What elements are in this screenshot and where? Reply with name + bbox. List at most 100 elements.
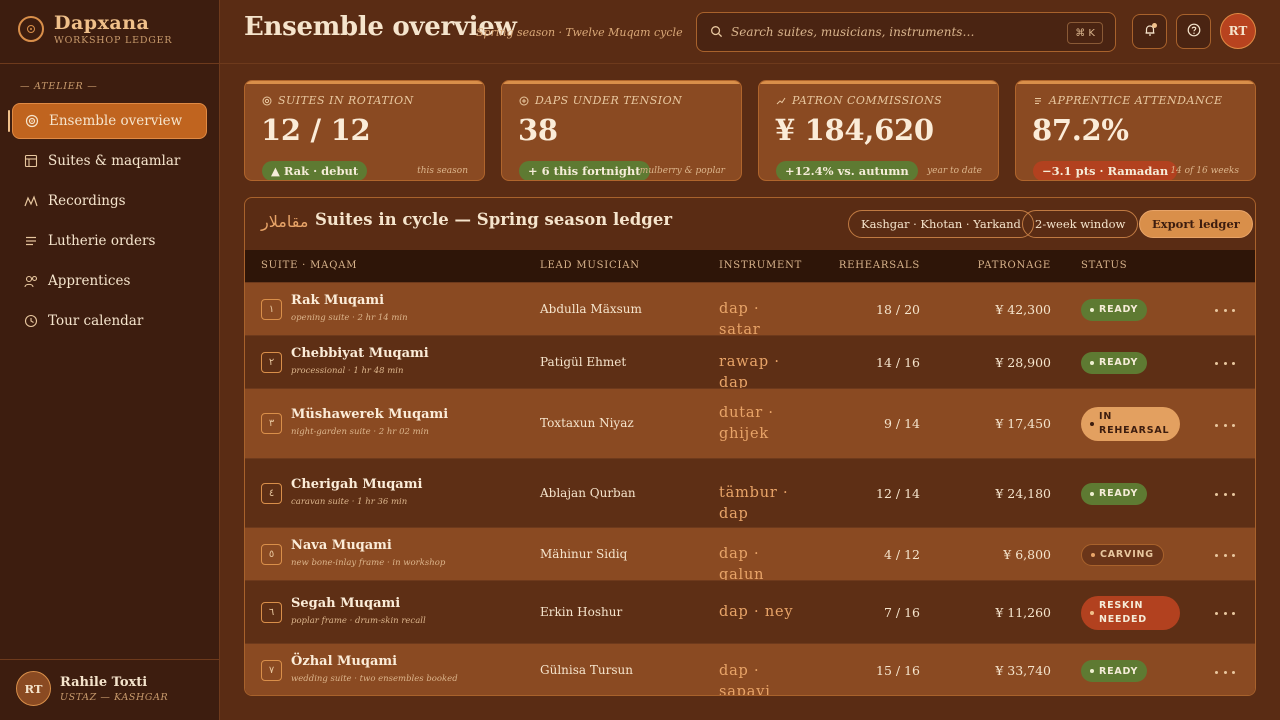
row-more-icon[interactable]: [1215, 304, 1235, 318]
table-row[interactable]: ٤ Cherigah Muqami caravan suite · 1 hr 36 …: [245, 458, 1255, 527]
status-dot: [1090, 422, 1094, 426]
status-label: READY: [1099, 665, 1139, 677]
avatar[interactable]: RT: [1220, 13, 1256, 49]
sidebar-nav: Ensemble overview Suites & maqamlar Reco…: [12, 103, 207, 343]
sidebar-item-label: Apprentices: [48, 273, 131, 289]
lead-musician: Ablajan Qurban: [540, 485, 636, 500]
column-header-suite[interactable]: SUITE · MAQAM: [261, 260, 357, 271]
waveform-icon: [24, 194, 38, 208]
row-more-icon[interactable]: [1215, 357, 1235, 371]
search-input[interactable]: [731, 25, 1051, 39]
status-badge: READY: [1081, 482, 1148, 505]
sidebar: Dapxana WORKSHOP LEDGER — ATELIER — Ense…: [0, 0, 220, 720]
column-header-rehearsals[interactable]: REHEARSALS: [839, 260, 920, 271]
suite-details: new bone-inlay frame · in workshop: [291, 557, 446, 568]
search-shortcut: ⌘ K: [1067, 22, 1103, 44]
suite-number-badge: ٥: [261, 543, 282, 565]
region-filter-chip[interactable]: Kashgar · Khotan · Yarkand: [848, 210, 1034, 238]
column-header-patronage[interactable]: PATRONAGE: [978, 260, 1051, 271]
column-header-lead[interactable]: LEAD MUSICIAN: [540, 260, 640, 271]
instrument: dutar · ghijek: [719, 405, 774, 442]
rehearsal-count: 9 / 14: [883, 416, 920, 431]
lead-musician: Erkin Hoshur: [540, 604, 623, 619]
rehearsal-count: 18 / 20: [876, 301, 920, 317]
help-button[interactable]: [1176, 14, 1211, 49]
stat-value: 87.2%: [1032, 113, 1129, 147]
window-filter-chip[interactable]: 2-week window: [1022, 210, 1139, 238]
sidebar-item-label: Ensemble overview: [49, 113, 183, 129]
status-dot: [1090, 491, 1094, 496]
suite-number-badge: ١: [261, 298, 282, 320]
users-icon: [24, 274, 38, 288]
suite-name[interactable]: Müshawerek Muqami: [291, 407, 448, 422]
column-header-instrument[interactable]: INSTRUMENT: [719, 260, 802, 271]
table-row[interactable]: ٢ Chebbiyat Muqami processional · 1 hr 48 …: [245, 335, 1255, 391]
suite-name[interactable]: Chebbiyat Muqami: [291, 346, 429, 361]
stat-value: ¥ 184,620: [775, 113, 934, 147]
ledger-title-arabic: مقاملار: [261, 212, 309, 231]
status-dot: [1091, 552, 1095, 557]
notifications-button[interactable]: [1132, 14, 1167, 49]
status-badge: READY: [1081, 298, 1148, 321]
lead-musician: Gülnisa Tursun: [540, 663, 633, 677]
suite-name[interactable]: Cherigah Muqami: [291, 477, 422, 492]
sidebar-item-tour-calendar[interactable]: Tour calendar: [12, 303, 207, 339]
suite-number-badge: ٦: [261, 601, 282, 623]
stat-card-daps[interactable]: DAPS UNDER TENSION 38 + 6 this fortnight…: [501, 80, 742, 181]
avatar: RT: [16, 671, 51, 706]
status-label: READY: [1099, 488, 1139, 499]
user-role: USTAZ — KASHGAR: [60, 691, 169, 703]
row-more-icon[interactable]: [1215, 665, 1235, 679]
rehearsal-count: 12 / 14: [876, 485, 920, 501]
status-badge: READY: [1081, 660, 1148, 682]
status-badge: CARVING: [1081, 543, 1164, 566]
row-more-icon[interactable]: [1215, 418, 1235, 432]
brand-logo-icon: [18, 16, 44, 42]
export-ledger-button[interactable]: Export ledger: [1139, 210, 1253, 238]
lead-musician: Patigül Ehmet: [540, 354, 627, 369]
stat-label: SUITES IN ROTATION: [262, 94, 414, 107]
stat-label-text: PATRON COMMISSIONS: [792, 94, 943, 107]
column-header-status[interactable]: STATUS: [1081, 260, 1127, 271]
sidebar-item-suites[interactable]: Suites & maqamlar: [12, 143, 207, 179]
sidebar-item-label: Recordings: [48, 193, 126, 209]
brand[interactable]: Dapxana WORKSHOP LEDGER: [18, 12, 172, 46]
table-row[interactable]: ٥ Nava Muqami new bone-inlay frame · in wo…: [245, 527, 1255, 583]
instrument: tämbur · dap: [719, 485, 789, 522]
table-row[interactable]: ١ Rak Muqami opening suite · 2 hr 14 min Ab…: [245, 282, 1255, 338]
patronage-amount: ¥ 6,800: [1003, 546, 1051, 562]
stat-card-suites[interactable]: SUITES IN ROTATION 12 / 12 ▲ Rak · debut…: [244, 80, 485, 181]
suite-name[interactable]: Özhal Muqami: [291, 654, 397, 669]
sidebar-item-ensemble-overview[interactable]: Ensemble overview: [12, 103, 207, 139]
status-label: RESKIN NEEDED: [1099, 599, 1147, 625]
suite-name[interactable]: Rak Muqami: [291, 293, 384, 308]
suite-details: processional · 1 hr 48 min: [291, 365, 404, 376]
table-row[interactable]: ٦ Segah Muqami poplar frame · drum-skin re…: [245, 580, 1255, 643]
status-dot: [1090, 610, 1094, 615]
stat-card-commissions[interactable]: PATRON COMMISSIONS ¥ 184,620 +12.4% vs. …: [758, 80, 999, 181]
search-bar[interactable]: ⌘ K: [696, 12, 1116, 52]
target-icon: [262, 96, 272, 105]
sidebar-item-apprentices[interactable]: Apprentices: [12, 263, 207, 299]
row-more-icon[interactable]: [1215, 607, 1235, 621]
notification-dot: [1152, 23, 1157, 28]
sidebar-footer-divider: [0, 659, 219, 660]
row-more-icon[interactable]: [1215, 488, 1235, 502]
plus-circle-icon: [519, 96, 529, 105]
suite-name[interactable]: Segah Muqami: [291, 596, 400, 611]
row-more-icon[interactable]: [1215, 549, 1235, 563]
sidebar-item-lutherie-orders[interactable]: Lutherie orders: [12, 223, 207, 259]
table-row[interactable]: ٣ Müshawerek Muqami night-garden suite · 2…: [245, 388, 1255, 458]
suite-name[interactable]: Nava Muqami: [291, 538, 392, 553]
sidebar-item-recordings[interactable]: Recordings: [12, 183, 207, 219]
table-row[interactable]: ٧ Özhal Muqami wedding suite · two ensembl…: [245, 643, 1255, 695]
stat-trend-pill: −3.1 pts · Ramadan: [1033, 161, 1178, 180]
stat-label: APPRENTICE ATTENDANCE: [1033, 94, 1223, 107]
sidebar-item-label: Lutherie orders: [48, 233, 156, 249]
stat-card-attendance[interactable]: APPRENTICE ATTENDANCE 87.2% −3.1 pts · R…: [1015, 80, 1256, 181]
user-profile[interactable]: RT Rahile Toxti USTAZ — KASHGAR: [16, 671, 168, 706]
patronage-amount: ¥ 24,180: [995, 485, 1051, 501]
stat-label-text: DAPS UNDER TENSION: [535, 94, 683, 107]
stat-trend-pill: + 6 this fortnight: [519, 161, 650, 180]
help-icon: [1187, 22, 1201, 41]
